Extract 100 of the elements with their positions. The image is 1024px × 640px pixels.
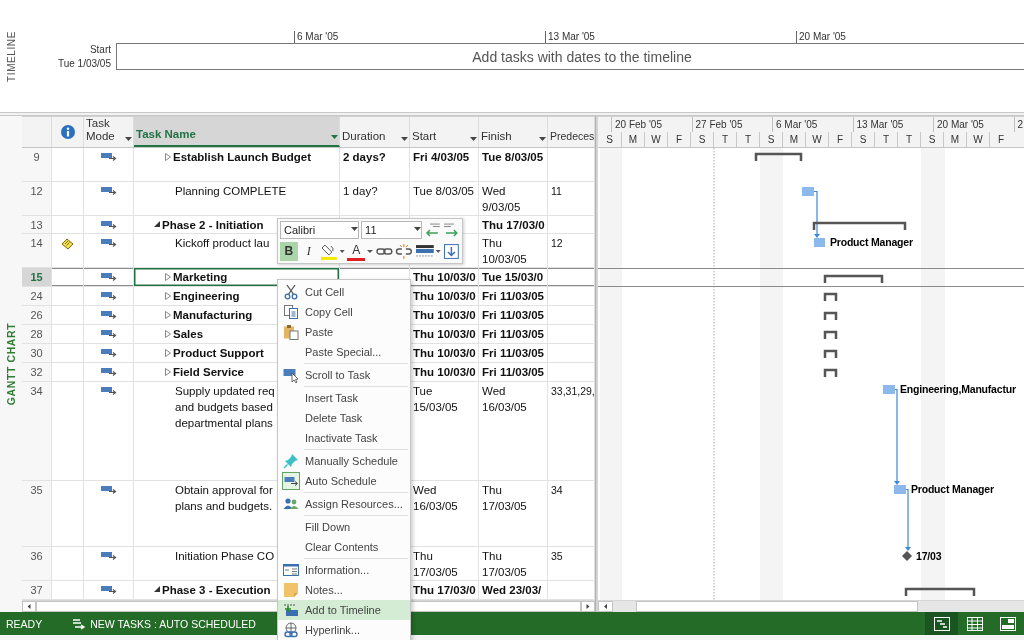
caret-icon[interactable] bbox=[401, 137, 408, 141]
day-label: S bbox=[605, 133, 614, 147]
clipboard-icon bbox=[283, 324, 299, 340]
status-text: READY bbox=[6, 617, 43, 630]
scroll-left-button[interactable] bbox=[22, 601, 36, 612]
scroll-right-button[interactable] bbox=[581, 601, 595, 612]
row-number: 32 bbox=[22, 363, 52, 381]
font-color-button[interactable]: A bbox=[347, 242, 366, 261]
timeline-label: TIMELINE bbox=[5, 30, 17, 82]
menu-item[interactable]: Inactivate Task bbox=[278, 428, 410, 448]
table-cell: Fri 11/03/05 bbox=[479, 325, 548, 343]
task-mode-icon bbox=[100, 272, 117, 282]
link-arrow bbox=[905, 488, 911, 551]
caret-icon[interactable] bbox=[539, 137, 546, 141]
expand-icon[interactable] bbox=[165, 330, 171, 338]
day-label: W bbox=[966, 132, 989, 147]
expand-icon[interactable] bbox=[165, 311, 171, 319]
table-cell: Fri 11/03/05 bbox=[479, 363, 548, 381]
task-mode-icon bbox=[100, 585, 117, 595]
status-text: NEW TASKS : AUTO SCHEDULED bbox=[90, 617, 256, 630]
menu-item[interactable]: Information... bbox=[278, 560, 410, 580]
row-number: 24 bbox=[22, 287, 52, 305]
menu-item[interactable]: Assign Resources... bbox=[278, 494, 410, 514]
expand-icon[interactable] bbox=[165, 349, 171, 357]
menu-item[interactable]: Manually Schedule bbox=[278, 451, 410, 471]
bar-label: Product Manager bbox=[830, 236, 913, 248]
menu-item[interactable]: Auto Schedule bbox=[278, 471, 410, 491]
task-bar bbox=[894, 485, 906, 494]
column-header[interactable]: Finish bbox=[479, 117, 548, 147]
table-cell: Thu 17/03/05 bbox=[479, 481, 548, 546]
table-cell: Tue 8/03/05 bbox=[479, 148, 548, 181]
day-label: T bbox=[713, 132, 736, 147]
task-mode-icon bbox=[100, 152, 117, 162]
font-size-field[interactable]: 11 bbox=[361, 221, 423, 239]
copy-icon bbox=[283, 304, 299, 320]
day-label: M bbox=[621, 132, 644, 147]
menu-item[interactable]: Insert Task bbox=[278, 388, 410, 408]
day-label: F bbox=[667, 132, 690, 147]
caret-icon[interactable] bbox=[351, 227, 359, 231]
row-number: 28 bbox=[22, 325, 52, 343]
indent-icon[interactable] bbox=[443, 222, 460, 238]
timeline-tick: 13 Mar '05 bbox=[545, 31, 796, 43]
italic-button[interactable]: I bbox=[299, 242, 318, 261]
menu-item[interactable]: Cut Cell bbox=[278, 282, 410, 302]
table-cell: 1 day? bbox=[340, 182, 410, 215]
column-header[interactable]: Task Name bbox=[134, 117, 340, 147]
menu-item[interactable]: Paste bbox=[278, 322, 410, 342]
scroll-to-task-icon[interactable] bbox=[443, 242, 460, 261]
day-label: T bbox=[897, 132, 920, 147]
highlighter-icon[interactable] bbox=[319, 242, 346, 261]
collapse-icon[interactable] bbox=[154, 586, 160, 592]
day-label: T bbox=[874, 132, 897, 147]
add-to-timeline-icon bbox=[283, 602, 299, 618]
bold-button[interactable]: B bbox=[280, 242, 298, 261]
table-cell: Wed 9/03/05 bbox=[479, 182, 548, 215]
task-mode-icon bbox=[100, 186, 117, 196]
caret-icon[interactable] bbox=[125, 137, 132, 141]
info-icon[interactable] bbox=[60, 125, 75, 139]
week-label: 27 Feb '05 bbox=[691, 117, 772, 132]
timeline-bar[interactable]: Add tasks with dates to the timeline bbox=[116, 43, 1024, 70]
font-field[interactable]: Calibri bbox=[280, 221, 360, 239]
day-label: M bbox=[782, 132, 805, 147]
table-view-icon bbox=[966, 616, 983, 631]
summary-bar bbox=[823, 292, 838, 301]
task-mode-icon bbox=[100, 291, 117, 301]
menu-item[interactable]: Paste Special... bbox=[278, 342, 410, 362]
table-cell: Wed 23/03/ bbox=[479, 581, 548, 599]
expand-icon[interactable] bbox=[165, 292, 171, 300]
view-button[interactable] bbox=[925, 612, 958, 635]
caret-icon[interactable] bbox=[414, 227, 422, 231]
caret-icon[interactable] bbox=[470, 137, 477, 141]
menu-item[interactable]: Notes... bbox=[278, 580, 410, 600]
week-label: 13 Mar '05 bbox=[852, 117, 933, 132]
scroll-thumb[interactable] bbox=[636, 601, 918, 612]
task-bar bbox=[883, 385, 895, 394]
table-cell: Fri 11/03/05 bbox=[479, 306, 548, 324]
task-mode-icon bbox=[100, 329, 117, 339]
menu-item[interactable]: Add to Timeline bbox=[278, 600, 410, 620]
menu-item[interactable]: Fill Down bbox=[278, 517, 410, 537]
task-name: Planning COMPLETE bbox=[175, 184, 287, 199]
bar-label: Product Manager bbox=[911, 483, 994, 495]
menu-item[interactable]: Scroll to Task bbox=[278, 365, 410, 385]
expand-icon[interactable] bbox=[165, 368, 171, 376]
task-name: Kickoff product lau bbox=[175, 236, 270, 251]
caret-icon[interactable] bbox=[331, 135, 338, 139]
task-name: Initiation Phase CO bbox=[175, 549, 275, 564]
task-name: Manufacturing bbox=[173, 308, 253, 323]
menu-item[interactable]: Copy Cell bbox=[278, 302, 410, 322]
menu-item[interactable]: Clear Contents bbox=[278, 537, 410, 557]
menu-item[interactable]: Delete Task bbox=[278, 408, 410, 428]
expand-icon[interactable] bbox=[165, 273, 171, 281]
scroll-left-button[interactable] bbox=[598, 601, 613, 612]
column-header[interactable]: Duration bbox=[340, 117, 410, 147]
scrollbar[interactable] bbox=[598, 600, 1024, 612]
unlink-icon[interactable] bbox=[394, 242, 413, 261]
collapse-icon[interactable] bbox=[154, 221, 160, 227]
table-cell: Tue 8/03/05 bbox=[410, 182, 479, 215]
expand-icon[interactable] bbox=[165, 153, 171, 161]
menu-item[interactable]: Hyperlink... bbox=[278, 620, 410, 640]
column-header[interactable]: Start bbox=[410, 117, 479, 147]
